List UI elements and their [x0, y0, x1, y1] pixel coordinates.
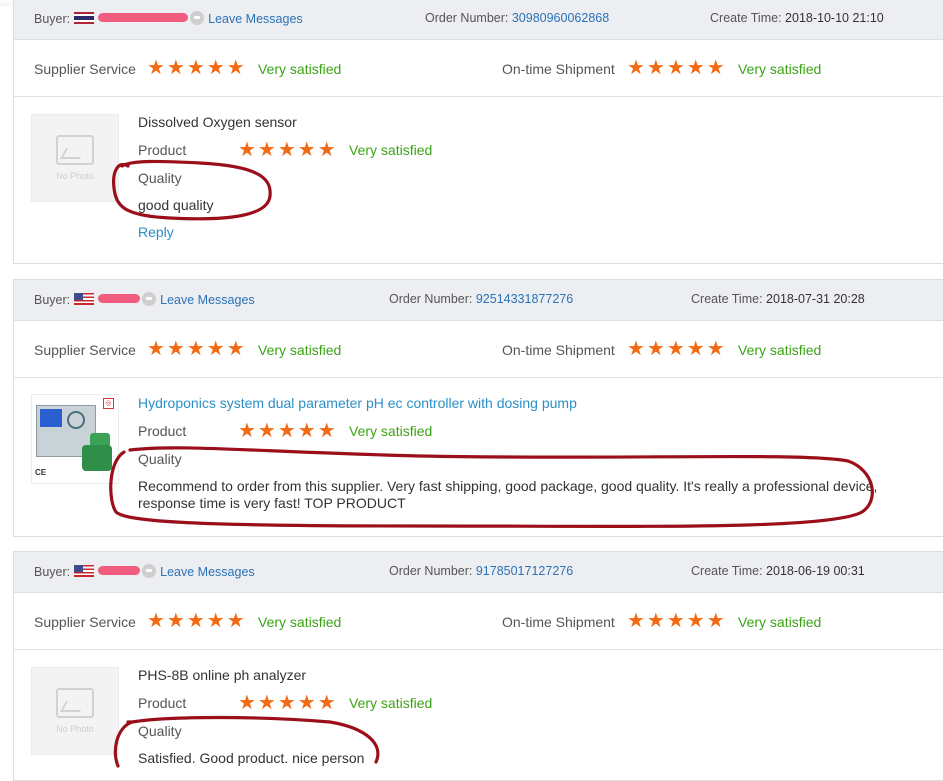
product-label: Product [138, 423, 187, 439]
review-body: No Photo PHS-8B online ph analyzer Produ… [14, 650, 943, 780]
quality-label: Quality [138, 170, 182, 186]
create-time: Create Time: 2018-07-31 20:28 [691, 292, 865, 306]
leave-messages-link[interactable]: Leave Messages [160, 565, 255, 579]
brand-logo-icon: ◎ [103, 398, 114, 409]
order-number-label: Order Number: [425, 11, 509, 25]
image-placeholder-icon [56, 135, 94, 165]
product-rating: Very satisfied [349, 695, 433, 711]
order-number: Order Number: 92514331877276 [389, 292, 573, 306]
buyer-label: Buyer: [34, 565, 71, 579]
create-time-value: 2018-06-19 00:31 [766, 564, 865, 578]
create-time-value: 2018-07-31 20:28 [766, 292, 865, 306]
review-header: Buyer: Leave Messages Order Number: 30980… [14, 0, 943, 40]
dosing-pump [82, 445, 112, 471]
ontime-shipment-label: On-time Shipment [502, 61, 615, 77]
service-ratings: Supplier Service ★★★★★ Very satisfied On… [14, 593, 943, 650]
ontime-shipment-rating: Very satisfied [738, 342, 822, 358]
buyer-label: Buyer: [34, 293, 71, 307]
redacted-buyer-name [98, 566, 141, 575]
create-time-label: Create Time: [691, 564, 763, 578]
ontime-shipment-label: On-time Shipment [502, 614, 615, 630]
thailand-flag-icon [74, 12, 95, 24]
product-thumbnail[interactable]: ◎ CE [31, 394, 119, 484]
no-photo-text: No Photo [56, 724, 94, 734]
ontime-shipment-stars: ★★★★★ [627, 610, 727, 632]
review-comment-line-2: response time is very fast! TOP PRODUCT [138, 495, 406, 511]
ontime-shipment-stars: ★★★★★ [627, 57, 727, 79]
chat-bubble-icon[interactable] [190, 11, 205, 25]
order-number: Order Number: 91785017127276 [389, 564, 573, 578]
product-thumbnail[interactable]: No Photo [31, 114, 119, 202]
review-header: Buyer: Leave Messages Order Number: 91785… [14, 552, 943, 593]
supplier-service-label: Supplier Service [34, 61, 136, 77]
create-time-value: 2018-10-10 21:10 [785, 11, 884, 25]
buyer: Buyer: Leave Messages [34, 564, 255, 579]
service-ratings: Supplier Service ★★★★★ Very satisfied On… [14, 321, 943, 378]
product-name: PHS-8B online ph analyzer [138, 667, 307, 683]
ontime-shipment-rating: Very satisfied [738, 61, 822, 77]
order-number-label: Order Number: [389, 564, 473, 578]
review-comment: good quality [138, 197, 214, 213]
review-body: ◎ CE Hydroponics system dual parameter p… [14, 378, 943, 536]
product-rating: Very satisfied [349, 142, 433, 158]
quality-label: Quality [138, 723, 182, 739]
ce-mark: CE [35, 468, 47, 477]
supplier-service-label: Supplier Service [34, 342, 136, 358]
leave-messages-link[interactable]: Leave Messages [160, 293, 255, 307]
review-comment-line-1: Recommend to order from this supplier. V… [138, 478, 878, 494]
review-comment: Satisfied. Good product. nice person [138, 750, 365, 766]
supplier-service-rating: Very satisfied [258, 61, 342, 77]
product-name-link[interactable]: Hydroponics system dual parameter pH ec … [138, 395, 577, 411]
review-body: No Photo Dissolved Oxygen sensor Product… [14, 97, 943, 263]
order-number-link[interactable]: 30980960062868 [512, 11, 609, 25]
review-header: Buyer: Leave Messages Order Number: 92514… [14, 280, 943, 321]
supplier-service-rating: Very satisfied [258, 342, 342, 358]
order-number-link[interactable]: 92514331877276 [476, 292, 573, 306]
buyer: Buyer: Leave Messages [34, 11, 303, 26]
controller-lcd [40, 409, 62, 427]
controller-dial [67, 411, 85, 429]
reply-link[interactable]: Reply [138, 224, 174, 240]
no-photo-text: No Photo [56, 171, 94, 181]
ontime-shipment-stars: ★★★★★ [627, 338, 727, 360]
supplier-service-label: Supplier Service [34, 614, 136, 630]
product-stars: ★★★★★ [238, 420, 338, 442]
service-ratings: Supplier Service ★★★★★ Very satisfied On… [14, 40, 943, 97]
buyer-label: Buyer: [34, 12, 71, 26]
order-number: Order Number: 30980960062868 [425, 11, 609, 25]
buyer: Buyer: Leave Messages [34, 292, 255, 307]
product-label: Product [138, 695, 187, 711]
chat-bubble-icon[interactable] [142, 564, 157, 578]
leave-messages-link[interactable]: Leave Messages [208, 12, 303, 26]
order-number-label: Order Number: [389, 292, 473, 306]
supplier-service-stars: ★★★★★ [147, 338, 247, 360]
product-label: Product [138, 142, 187, 158]
supplier-service-stars: ★★★★★ [147, 610, 247, 632]
chat-bubble-icon[interactable] [142, 292, 157, 306]
redacted-buyer-name [98, 294, 141, 303]
product-stars: ★★★★★ [238, 139, 338, 161]
supplier-service-rating: Very satisfied [258, 614, 342, 630]
create-time-label: Create Time: [691, 292, 763, 306]
supplier-service-stars: ★★★★★ [147, 57, 247, 79]
redacted-buyer-name [98, 13, 189, 22]
image-placeholder-icon [56, 688, 94, 718]
product-rating: Very satisfied [349, 423, 433, 439]
create-time: Create Time: 2018-06-19 00:31 [691, 564, 865, 578]
product-thumbnail[interactable]: No Photo [31, 667, 119, 755]
review-card: Buyer: Leave Messages Order Number: 30980… [13, 0, 943, 264]
create-time-label: Create Time: [710, 11, 782, 25]
ontime-shipment-label: On-time Shipment [502, 342, 615, 358]
product-name: Dissolved Oxygen sensor [138, 114, 297, 130]
product-stars: ★★★★★ [238, 692, 338, 714]
create-time: Create Time: 2018-10-10 21:10 [710, 11, 884, 25]
review-card: Buyer: Leave Messages Order Number: 91785… [13, 551, 943, 781]
quality-label: Quality [138, 451, 182, 467]
ontime-shipment-rating: Very satisfied [738, 614, 822, 630]
order-number-link[interactable]: 91785017127276 [476, 564, 573, 578]
review-card: Buyer: Leave Messages Order Number: 92514… [13, 279, 943, 537]
usa-flag-icon [74, 565, 95, 577]
usa-flag-icon [74, 293, 95, 305]
